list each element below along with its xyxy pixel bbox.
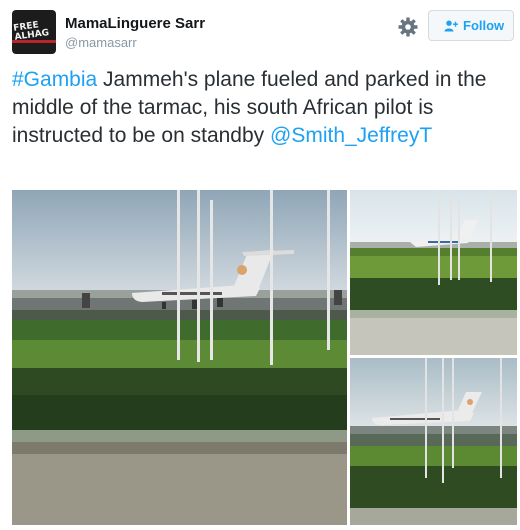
- follow-label: Follow: [463, 18, 505, 33]
- add-user-icon: [444, 20, 458, 32]
- follow-button[interactable]: Follow: [428, 10, 514, 41]
- hashtag-link[interactable]: #Gambia: [12, 68, 97, 91]
- avatar-stripe: [12, 40, 56, 43]
- tweet-text: #Gambia Jammeh's plane fueled and parked…: [12, 66, 512, 150]
- avatar[interactable]: FREE ALHAG: [12, 10, 56, 54]
- display-name[interactable]: MamaLinguere Sarr: [65, 15, 205, 32]
- gear-icon[interactable]: [396, 15, 420, 39]
- tweet-card: FREE ALHAG MamaLinguere Sarr @mamasarr F…: [0, 0, 520, 530]
- photo-bottom-right[interactable]: [350, 358, 517, 525]
- photo-top-right[interactable]: [350, 190, 517, 355]
- mention-link[interactable]: @Smith_JeffreyT: [270, 124, 432, 147]
- user-handle[interactable]: @mamasarr: [65, 35, 137, 50]
- photo-main[interactable]: [12, 190, 347, 525]
